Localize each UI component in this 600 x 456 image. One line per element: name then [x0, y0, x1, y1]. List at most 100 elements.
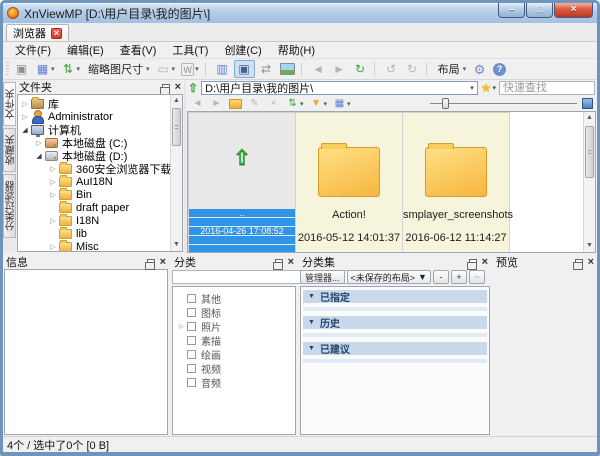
expander-icon[interactable]: ▷	[179, 323, 187, 330]
chevron-down-icon[interactable]: ▾	[470, 84, 474, 92]
category-row[interactable]: 图标	[173, 305, 295, 320]
thumbnail-item[interactable]: ⇧ .. 2016-04-26 17:08:52	[188, 112, 296, 252]
expander-icon[interactable]: ▷	[48, 165, 58, 173]
remove-button[interactable]: -	[432, 270, 449, 284]
add-button[interactable]: +	[450, 270, 467, 284]
sort-button[interactable]: ⇅ ▾	[284, 97, 306, 111]
expander-icon[interactable]: ▷	[34, 139, 44, 147]
chevron-down-icon[interactable]: ▼	[418, 272, 427, 282]
expander-icon[interactable]: ▷	[48, 178, 58, 186]
expander-icon[interactable]: ▷	[48, 243, 58, 251]
float-panel-icon[interactable]	[466, 258, 477, 270]
tree-item[interactable]: ▷ 库	[20, 96, 168, 111]
category-row[interactable]: 音频	[173, 375, 295, 390]
layout-combobox[interactable]: <未保存的布局> ▼	[346, 270, 431, 284]
thumbnail-size-slider[interactable]	[430, 98, 577, 109]
chevron-down-icon[interactable]: ▾	[194, 65, 199, 73]
compare-button[interactable]: ▥	[213, 60, 232, 78]
scroll-up-icon[interactable]: ▲	[584, 112, 595, 124]
view-size-icon[interactable]	[582, 98, 593, 109]
manager-button[interactable]: 管理器...	[300, 270, 345, 284]
extra-button[interactable]: ~	[468, 270, 485, 284]
chevron-down-icon[interactable]: ▾	[323, 100, 328, 108]
tree-item[interactable]: ▷ Administrator	[20, 109, 168, 124]
menu-item[interactable]: 工具(T)	[164, 41, 216, 59]
tree-item[interactable]: ▷ Bin	[20, 187, 168, 201]
thumbnail-view-button[interactable]: ▦ ▾	[33, 60, 57, 78]
scroll-up-icon[interactable]: ▲	[171, 95, 182, 107]
category-checkbox[interactable]	[187, 335, 196, 345]
section-header[interactable]: ▼ 已指定	[303, 290, 487, 304]
tree-item[interactable]: ▷ I18N	[20, 213, 168, 227]
forward-button[interactable]: ►	[208, 97, 225, 111]
scroll-down-icon[interactable]: ▼	[171, 239, 182, 251]
delete-button[interactable]: ×	[265, 97, 282, 111]
maximize-button[interactable]: □	[526, 3, 553, 18]
tree-item[interactable]: lib	[20, 226, 168, 240]
close-panel-icon[interactable]: ×	[588, 256, 594, 268]
close-panel-icon[interactable]: ×	[175, 81, 181, 93]
expander-icon[interactable]: ▷	[20, 100, 30, 108]
scroll-down-icon[interactable]: ▼	[584, 240, 595, 252]
separator[interactable]	[373, 61, 378, 77]
quick-search-input[interactable]	[499, 81, 595, 95]
batch-convert-button[interactable]: ⇄	[257, 60, 276, 78]
tree-item[interactable]: ▷ 360安全浏览器下载	[20, 161, 171, 176]
help-button[interactable]: ?	[491, 60, 508, 78]
thumbnail-size-button[interactable]: 缩略图尺寸 ▾	[84, 60, 152, 78]
forward-button[interactable]: ►	[330, 60, 349, 78]
path-combobox[interactable]: D:\用户目录\我的图片\ ▾	[201, 81, 478, 95]
left-dock-tab[interactable]: 收藏夹	[3, 128, 17, 172]
chevron-down-icon[interactable]: ▾	[299, 100, 304, 108]
separator[interactable]	[204, 61, 209, 77]
back-button[interactable]: ◄	[309, 60, 328, 78]
section-header[interactable]: ▼ 历史	[303, 316, 487, 330]
minimize-button[interactable]: –	[498, 3, 525, 18]
slideshow-button[interactable]: ▭ ▾	[154, 60, 178, 78]
category-checkbox[interactable]	[187, 321, 196, 331]
category-row[interactable]: 素描	[173, 333, 295, 348]
menu-item[interactable]: 查看(V)	[112, 41, 165, 59]
float-panel-icon[interactable]	[144, 258, 155, 270]
tree-item[interactable]: ▷ AuI18N	[20, 174, 168, 188]
web-button[interactable]: W ▾	[179, 60, 201, 78]
tree-scrollbar[interactable]: ▲ ▼	[170, 95, 182, 251]
category-checkbox[interactable]	[187, 363, 196, 373]
tab-close-icon[interactable]: ×	[51, 27, 62, 39]
photos-button[interactable]	[278, 60, 297, 78]
expander-icon[interactable]: ▷	[48, 217, 58, 225]
left-dock-tab[interactable]: 文件夹	[3, 82, 17, 126]
collapse-icon[interactable]: ▼	[308, 293, 315, 300]
float-panel-icon[interactable]	[159, 83, 170, 95]
viewer-button[interactable]: ▣	[12, 60, 31, 78]
back-button[interactable]: ◄	[189, 97, 206, 111]
expander-icon[interactable]: ◢	[34, 152, 44, 160]
title-bar[interactable]: XnViewMP [D:\用户目录\我的图片\] – □ ×	[3, 3, 597, 23]
view-mode-button[interactable]: ▦ ▾	[331, 97, 353, 111]
tree-item[interactable]: ▷ Misc	[20, 239, 168, 251]
separator[interactable]	[300, 61, 305, 77]
rotate-right-button[interactable]: ↻	[403, 60, 422, 78]
expander-icon[interactable]: ◢	[20, 126, 30, 134]
sort-button[interactable]: ⇅ ▾	[59, 60, 83, 78]
layout-button[interactable]: 布局 ▾	[434, 60, 469, 78]
category-row[interactable]: 视频	[173, 361, 295, 376]
float-panel-icon[interactable]	[572, 258, 583, 270]
section-header[interactable]: ▼ 已建议	[303, 342, 487, 356]
chevron-down-icon[interactable]: ▾	[76, 65, 81, 73]
menu-item[interactable]: 帮助(H)	[270, 41, 323, 59]
menu-item[interactable]: 文件(F)	[7, 41, 59, 59]
thumbs-scrollbar[interactable]: ▲ ▼	[583, 112, 595, 252]
thumbnail-item[interactable]: Action! 2016-05-12 14:01:37 Action! 2016…	[295, 112, 403, 252]
tree-item[interactable]: draft paper	[20, 200, 168, 214]
chevron-down-icon[interactable]: ▾	[346, 100, 351, 108]
filter-button[interactable]: ▼ ▾	[308, 97, 330, 111]
menu-item[interactable]: 创建(C)	[216, 41, 269, 59]
chevron-down-icon[interactable]: ▾	[50, 65, 55, 73]
expander-icon[interactable]: ▷	[20, 113, 30, 121]
close-panel-icon[interactable]: ×	[160, 256, 166, 268]
float-panel-icon[interactable]	[272, 258, 283, 270]
edit-button[interactable]: ✎	[246, 97, 263, 111]
chevron-down-icon[interactable]: ▾	[462, 65, 467, 73]
collapse-icon[interactable]: ▼	[308, 319, 315, 326]
